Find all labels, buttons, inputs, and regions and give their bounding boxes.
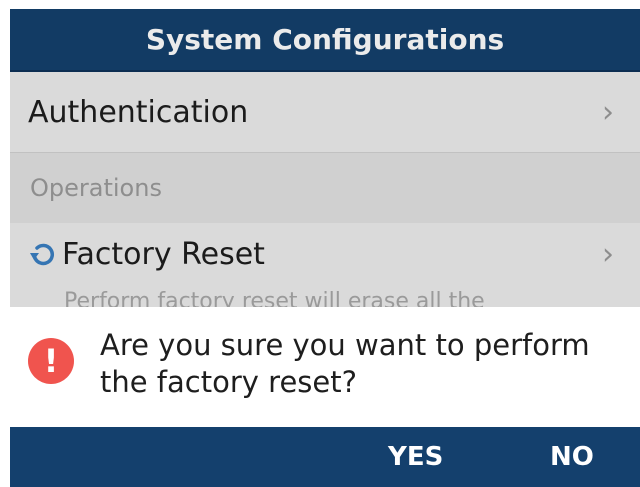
no-button[interactable]: NO [550, 427, 594, 487]
modal-overlay [10, 9, 640, 309]
yes-button[interactable]: YES [388, 427, 443, 487]
device-screen: System Configurations Authentication › O… [10, 9, 640, 487]
warning-icon: ! [28, 338, 74, 384]
dialog-message-line2: the factory reset? [100, 365, 357, 399]
dialog-message-line1: Are you sure you want to perform [100, 328, 590, 362]
dialog-body: ! Are you sure you want to perform the f… [10, 307, 640, 427]
dialog-actions: YES NO [10, 427, 640, 487]
dialog-message: Are you sure you want to perform the fac… [100, 327, 620, 401]
confirm-dialog: ! Are you sure you want to perform the f… [10, 307, 640, 487]
